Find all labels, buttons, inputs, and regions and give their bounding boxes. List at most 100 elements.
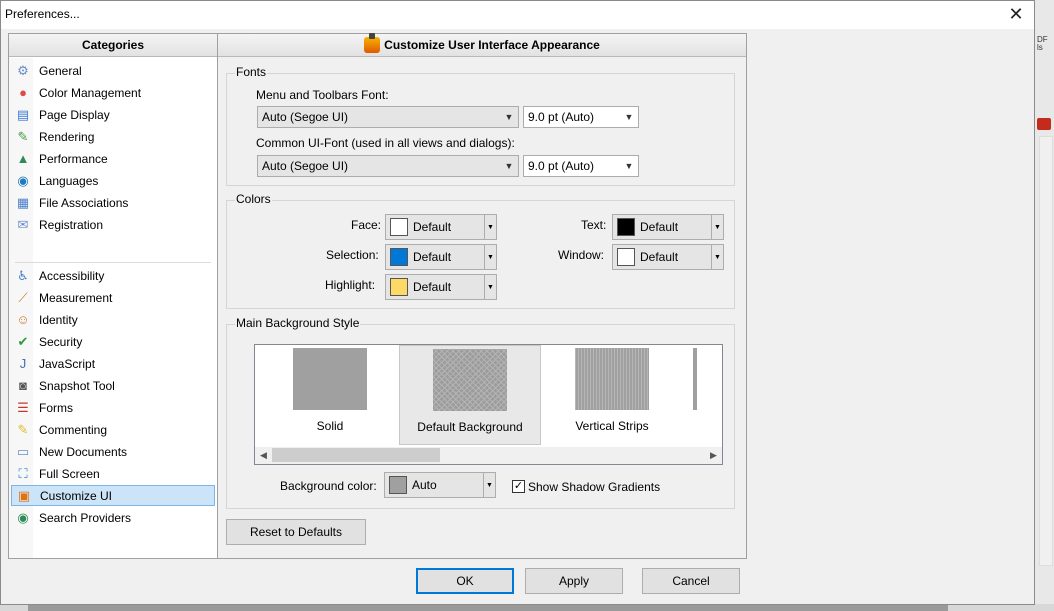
sidebar-item-color-management[interactable]: ● Color Management — [11, 82, 215, 103]
menu-font-select[interactable]: Auto (Segoe UI) ▼ — [257, 106, 519, 128]
colors-legend: Colors — [235, 192, 272, 206]
close-icon[interactable]: ✕ — [1004, 3, 1028, 25]
chevron-down-icon: ▼ — [483, 473, 495, 497]
cancel-button[interactable]: Cancel — [642, 568, 740, 594]
sidebar-item-label: Measurement — [39, 290, 113, 305]
sidebar-item-customize-ui[interactable]: ▣ Customize UI — [11, 485, 215, 506]
highlight-swatch — [390, 278, 408, 296]
background-style-legend: Main Background Style — [235, 316, 361, 330]
sidebar-item-snapshot-tool[interactable]: ◙ Snapshot Tool — [11, 375, 215, 396]
style-label-vertical-strips: Vertical Strips — [575, 419, 649, 433]
camera-icon: ◙ — [19, 378, 27, 393]
sidebar-item-label: Commenting — [39, 422, 108, 437]
common-font-select[interactable]: Auto (Segoe UI) ▼ — [257, 155, 519, 177]
chevron-down-icon: ▼ — [484, 245, 496, 269]
background-style-list[interactable]: Solid Default Background Vertical Strips… — [254, 344, 723, 465]
sidebar-item-forms[interactable]: ☰ Forms — [11, 397, 215, 418]
face-color-picker[interactable]: Default ▼ — [385, 214, 497, 240]
pane-title: Customize User Interface Appearance — [384, 38, 600, 52]
sidebar-item-page-display[interactable]: ▤ Page Display — [11, 104, 215, 125]
sidebar-item-commenting[interactable]: ✎ Commenting — [11, 419, 215, 440]
sidebar-item-label: Page Display — [39, 107, 110, 122]
category-separator — [15, 262, 211, 263]
registration-icon: ✉ — [17, 216, 29, 232]
style-label-default-background: Default Background — [417, 420, 523, 434]
customize-ui-icon — [364, 33, 381, 53]
shadow-gradients-label: Show Shadow Gradients — [528, 480, 661, 494]
sidebar-item-rendering[interactable]: ✎ Rendering — [11, 126, 215, 147]
sidebar-item-full-screen[interactable]: ⛶ Full Screen — [11, 463, 215, 484]
chevron-down-icon: ▼ — [624, 161, 634, 171]
chevron-down-icon: ▼ — [504, 161, 514, 171]
color-circles-icon: ● — [19, 85, 27, 100]
sidebar-item-javascript[interactable]: J JavaScript — [11, 353, 215, 374]
highlight-color-picker[interactable]: Default ▼ — [385, 274, 497, 300]
title-bar: Preferences... ✕ — [1, 1, 1034, 29]
common-font-label: Common UI-Font (used in all views and di… — [256, 136, 515, 150]
chevron-left-icon[interactable]: ◀ — [256, 448, 271, 463]
reset-to-defaults-button[interactable]: Reset to Defaults — [226, 519, 366, 545]
style-tile-partial[interactable] — [645, 345, 722, 445]
background-color-swatch — [389, 476, 407, 494]
sidebar-item-label: Accessibility — [39, 268, 105, 283]
accessibility-icon: ♿ — [17, 267, 29, 283]
style-tile-default-background[interactable]: Default Background — [399, 345, 541, 445]
common-font-size-select[interactable]: 9.0 pt (Auto) ▼ — [523, 155, 639, 177]
sidebar-item-label: Forms — [39, 400, 73, 415]
text-color-picker[interactable]: Default ▼ — [612, 214, 724, 240]
menu-font-size-select[interactable]: 9.0 pt (Auto) ▼ — [523, 106, 639, 128]
face-color-value: Default — [413, 220, 452, 234]
sidebar-item-label: Security — [39, 334, 83, 349]
menu-font-size-value: 9.0 pt (Auto) — [528, 110, 595, 124]
highlight-label: Highlight: — [325, 278, 376, 292]
chevron-right-icon[interactable]: ▶ — [706, 448, 721, 463]
window-swatch — [617, 248, 635, 266]
text-color-value: Default — [640, 220, 679, 234]
sidebar-item-accessibility[interactable]: ♿ Accessibility — [11, 265, 215, 286]
sidebar-item-label: File Associations — [39, 195, 129, 210]
sidebar-item-file-associations[interactable]: ▦ File Associations — [11, 192, 215, 213]
pane-header: Customize User Interface Appearance — [218, 33, 746, 57]
colors-group: Colors Face: Default ▼ Selection: Defaul… — [226, 192, 735, 309]
text-label: Text: — [581, 218, 607, 232]
identity-user-icon: ☺ — [16, 312, 30, 327]
sidebar-item-security[interactable]: ✔ Security — [11, 331, 215, 352]
apply-button[interactable]: Apply — [525, 568, 623, 594]
sidebar-item-languages[interactable]: ◉ Languages — [11, 170, 215, 191]
selection-color-value: Default — [413, 250, 452, 264]
fonts-group: Fonts Menu and Toolbars Font: Auto (Sego… — [226, 65, 735, 186]
sidebar-item-general[interactable]: ⚙ General — [11, 60, 215, 81]
sidebar-item-registration[interactable]: ✉ Registration — [11, 214, 215, 235]
horizontal-scrollbar[interactable]: ◀ ▶ — [255, 447, 722, 464]
sidebar-item-identity[interactable]: ☺ Identity — [11, 309, 215, 330]
customize-ui-pane: Customize User Interface Appearance Font… — [217, 33, 747, 559]
ruler-icon: ⟋ — [18, 289, 28, 305]
sidebar-item-search-providers[interactable]: ◉ Search Providers — [11, 507, 215, 528]
new-document-icon: ▭ — [16, 443, 30, 459]
performance-chart-icon: ▲ — [16, 151, 30, 166]
sidebar-item-performance[interactable]: ▲ Performance — [11, 148, 215, 169]
scrollbar-thumb[interactable] — [272, 448, 440, 462]
categories-pane: Categories ⚙ General ● Color Management ▤ Pag… — [8, 33, 218, 559]
background-color-picker[interactable]: Auto ▼ — [384, 472, 496, 498]
rendering-icon: ✎ — [17, 128, 29, 144]
sidebar-item-new-documents[interactable]: ▭ New Documents — [11, 441, 215, 462]
sidebar-item-label: Rendering — [39, 129, 95, 144]
vertical-strips-thumbnail — [575, 348, 649, 410]
sidebar-item-label: Snapshot Tool — [39, 378, 115, 393]
file-associations-icon: ▦ — [16, 194, 30, 210]
window-title: Preferences... — [5, 7, 80, 21]
default-background-thumbnail — [433, 349, 507, 411]
style-tile-solid[interactable]: Solid — [259, 345, 401, 445]
sidebar-item-measurement[interactable]: ⟋ Measurement — [11, 287, 215, 308]
window-color-picker[interactable]: Default ▼ — [612, 244, 724, 270]
menu-font-label: Menu and Toolbars Font: — [256, 88, 389, 102]
ok-button[interactable]: OK — [416, 568, 514, 594]
sidebar-item-label: Identity — [39, 312, 78, 327]
selection-color-picker[interactable]: Default ▼ — [385, 244, 497, 270]
forms-icon: ☰ — [17, 399, 29, 415]
categories-header: Categories — [9, 34, 217, 57]
background-close-icon — [1037, 118, 1051, 130]
shadow-gradients-checkbox[interactable]: ✓ — [512, 480, 525, 493]
background-color-label: Background color: — [280, 479, 377, 493]
